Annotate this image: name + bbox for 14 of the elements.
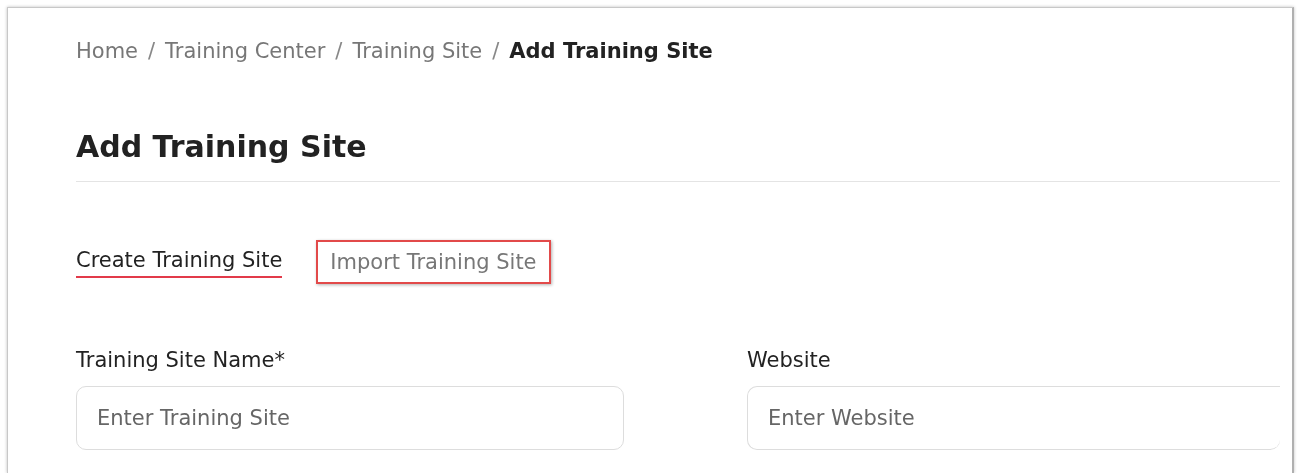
breadcrumb-separator: / (148, 39, 156, 63)
breadcrumb-link[interactable]: Training Center (165, 39, 326, 63)
input-field[interactable]: Enter Training Site (76, 386, 624, 450)
breadcrumb-current: Add Training Site (509, 39, 713, 63)
tab[interactable]: Import Training Site (316, 240, 551, 284)
field-label: Website (747, 348, 832, 372)
page-title: Add Training Site (76, 129, 368, 165)
breadcrumb-separator: / (492, 39, 500, 63)
breadcrumb-separator: / (335, 39, 343, 63)
field-label: Training Site Name* (76, 348, 286, 372)
breadcrumb-link[interactable]: Training Site (352, 39, 483, 63)
tab[interactable]: Create Training Site (76, 246, 283, 278)
input-field[interactable]: Enter Website (747, 386, 1280, 450)
breadcrumb-link[interactable]: Home (76, 39, 138, 63)
